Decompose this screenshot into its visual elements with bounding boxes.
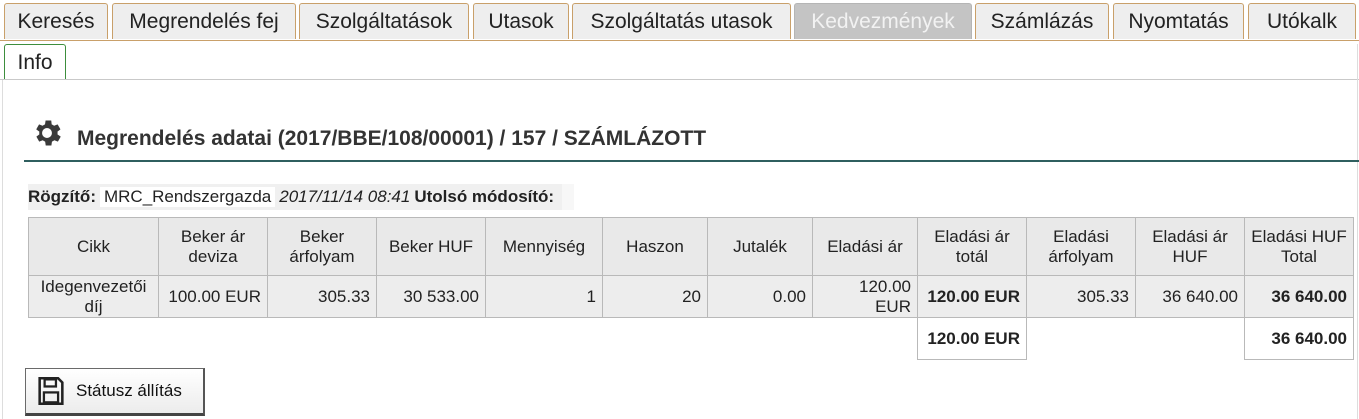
- cell-sell-rate: 305.33: [1026, 275, 1136, 318]
- table-header-row: Cikk Beker ár deviza Beker árfolyam Beke…: [28, 217, 1354, 276]
- recorded-at: 2017/11/14 08:41: [279, 187, 411, 206]
- cell-sell-huf: 36 640.00: [1135, 275, 1245, 318]
- cell-sell-price-total: 120.00 EUR: [917, 275, 1027, 318]
- tab-info[interactable]: Info: [4, 44, 66, 80]
- totals-row: 120.00 EUR 36 640.00: [28, 317, 1354, 360]
- column-header: Eladási ár totál: [917, 217, 1027, 276]
- tab-utokalk[interactable]: Utókalk: [1248, 3, 1356, 39]
- column-header: Haszon: [602, 217, 708, 276]
- total-sell-price: 120.00 EUR: [917, 317, 1027, 360]
- empty-cell: [707, 317, 813, 360]
- set-status-button[interactable]: Státusz állítás: [25, 368, 205, 416]
- tab-szamlazas[interactable]: Számlázás: [975, 3, 1109, 39]
- page-title: Megrendelés adatai (2017/BBE/108/00001) …: [77, 127, 707, 150]
- tab-szolgaltatasok[interactable]: Szolgáltatások: [299, 3, 469, 39]
- cell-margin: 20: [602, 275, 708, 318]
- cell-sell-huf-total: 36 640.00: [1244, 275, 1354, 318]
- empty-cell: [1026, 317, 1136, 360]
- table-row: Idegenvezetői díj 100.00 EUR 305.33 30 5…: [28, 275, 1354, 318]
- cell-buy-price-currency: 100.00 EUR: [158, 275, 268, 318]
- tab-kereses[interactable]: Keresés: [4, 3, 108, 39]
- column-header: Beker árfolyam: [267, 217, 377, 276]
- empty-cell: [376, 317, 486, 360]
- title-underline: [24, 160, 1359, 162]
- column-header: Beker HUF: [376, 217, 486, 276]
- empty-cell: [485, 317, 603, 360]
- empty-cell: [28, 317, 159, 360]
- recorder-value: MRC_Rendszergazda: [99, 187, 276, 207]
- last-modifier-label: Utolsó módosító:: [414, 187, 555, 206]
- total-huf: 36 640.00: [1244, 317, 1354, 360]
- gear-icon: [36, 120, 61, 146]
- empty-cell: [267, 317, 377, 360]
- column-header: Mennyiség: [485, 217, 603, 276]
- tab-kedvezmenyek: Kedvezmények: [794, 3, 972, 39]
- cell-item: Idegenvezetői díj: [28, 275, 159, 318]
- column-header: Eladási ár HUF: [1135, 217, 1245, 276]
- order-items-table: Cikk Beker ár deviza Beker árfolyam Beke…: [28, 217, 1354, 360]
- column-header: Cikk: [28, 217, 159, 276]
- panel-left-border: [2, 80, 3, 419]
- tab-bar: Keresés Megrendelés fej Szolgáltatások U…: [0, 0, 1359, 44]
- empty-cell: [812, 317, 918, 360]
- floppy-disk-icon: [38, 376, 64, 406]
- column-header: Eladási ár: [812, 217, 918, 276]
- column-header: Beker ár deviza: [158, 217, 268, 276]
- tab-nyomtatas[interactable]: Nyomtatás: [1113, 3, 1244, 39]
- recorder-label: Rögzítő:: [28, 187, 96, 206]
- record-info: Rögzítő: MRC_Rendszergazda 2017/11/14 08…: [28, 184, 575, 210]
- empty-cell: [1135, 317, 1245, 360]
- last-modifier-value: [562, 184, 575, 210]
- cell-buy-rate: 305.33: [267, 275, 377, 318]
- column-header: Jutalék: [707, 217, 813, 276]
- empty-cell: [158, 317, 268, 360]
- empty-cell: [602, 317, 708, 360]
- cell-buy-huf: 30 533.00: [376, 275, 486, 318]
- column-header: Eladási HUF Total: [1244, 217, 1354, 276]
- cell-sell-price: 120.00 EUR: [812, 275, 918, 318]
- cell-quantity: 1: [485, 275, 603, 318]
- tab-utasok[interactable]: Utasok: [473, 3, 569, 39]
- cell-commission: 0.00: [707, 275, 813, 318]
- tab-szolgaltatas-utasok[interactable]: Szolgáltatás utasok: [572, 3, 791, 39]
- column-header: Eladási árfolyam: [1026, 217, 1136, 276]
- tab-megrendeles-fej[interactable]: Megrendelés fej: [112, 3, 296, 39]
- panel-top-border: [0, 79, 1359, 80]
- panel-right-border: [1357, 44, 1358, 419]
- set-status-label: Státusz állítás: [76, 381, 182, 400]
- tab-bar-divider: [0, 40, 1359, 41]
